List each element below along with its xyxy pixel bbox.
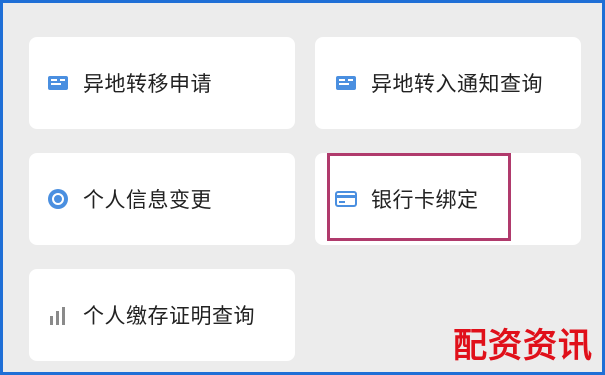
circle-check-icon: [47, 188, 69, 210]
menu-item-deposit-certificate-query[interactable]: 个人缴存证明查询: [29, 269, 295, 361]
menu-item-label: 银行卡绑定: [371, 188, 479, 212]
menu-item-transfer-notice-query[interactable]: 异地转入通知查询: [315, 37, 581, 129]
bank-card-icon: [335, 188, 357, 210]
menu-item-bank-card-binding[interactable]: 银行卡绑定: [315, 153, 581, 245]
menu-item-label: 异地转入通知查询: [371, 72, 543, 96]
bar-chart-icon: [47, 304, 69, 326]
menu-item-personal-info-change[interactable]: 个人信息变更: [29, 153, 295, 245]
menu-item-label: 个人信息变更: [83, 188, 212, 212]
id-card-icon: [47, 72, 69, 94]
id-card-icon: [335, 72, 357, 94]
menu-item-label: 异地转移申请: [83, 72, 212, 96]
menu-item-transfer-application[interactable]: 异地转移申请: [29, 37, 295, 129]
watermark-text: 配资资讯: [453, 326, 593, 366]
menu-item-label: 个人缴存证明查询: [83, 304, 255, 328]
